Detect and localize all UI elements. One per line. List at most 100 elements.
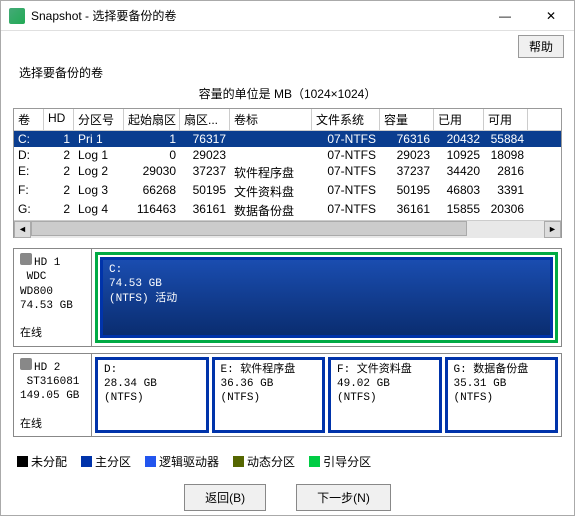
titlebar: Snapshot - 选择要备份的卷 — ✕ xyxy=(1,1,574,31)
scroll-track[interactable] xyxy=(31,221,544,238)
table-cell: D: xyxy=(14,147,44,163)
legend-swatch xyxy=(81,456,92,467)
scroll-thumb[interactable] xyxy=(31,221,467,236)
disk-partitions: C:74.53 GB(NTFS) 活动 xyxy=(92,249,561,346)
table-cell: 07-NTFS xyxy=(312,163,380,182)
table-cell: 软件程序盘 xyxy=(230,163,312,182)
legend-item: 引导分区 xyxy=(309,453,371,470)
table-cell: Log 2 xyxy=(74,163,124,182)
table-cell: Log 3 xyxy=(74,182,124,201)
table-cell: Pri 1 xyxy=(74,131,124,147)
table-cell: 2 xyxy=(44,182,74,201)
legend-item: 主分区 xyxy=(81,453,131,470)
table-row[interactable]: G:2Log 411646336161数据备份盘07-NTFS361611585… xyxy=(14,201,561,220)
partition[interactable]: G: 数据备份盘35.31 GB(NTFS) xyxy=(445,357,559,433)
partition[interactable]: C:74.53 GB(NTFS) 活动 xyxy=(95,252,558,343)
table-cell: 29023 xyxy=(180,147,230,163)
legend-label: 未分配 xyxy=(31,453,67,470)
legend-swatch xyxy=(309,456,320,467)
legend-item: 逻辑驱动器 xyxy=(145,453,219,470)
table-cell: 2 xyxy=(44,163,74,182)
table-cell: 07-NTFS xyxy=(312,147,380,163)
table-row[interactable]: D:2Log 102902307-NTFS290231092518098 xyxy=(14,147,561,163)
column-header[interactable]: 文件系统 xyxy=(312,109,380,130)
table-cell: 55884 xyxy=(484,131,528,147)
table-cell: 07-NTFS xyxy=(312,182,380,201)
partition[interactable]: E: 软件程序盘36.36 GB(NTFS) xyxy=(212,357,326,433)
disk-icon xyxy=(20,253,32,265)
table-cell: Log 1 xyxy=(74,147,124,163)
table-cell: 1 xyxy=(124,131,180,147)
legend-swatch xyxy=(233,456,244,467)
table-cell: 29030 xyxy=(124,163,180,182)
table-cell: 07-NTFS xyxy=(312,131,380,147)
horizontal-scrollbar[interactable]: ◄ ► xyxy=(14,220,561,237)
legend-label: 引导分区 xyxy=(323,453,371,470)
column-header[interactable]: 扇区... xyxy=(180,109,230,130)
table-cell: 36161 xyxy=(380,201,434,220)
table-header: 卷HD分区号起始扇区扇区...卷标文件系统容量已用可用 xyxy=(14,109,561,131)
partition[interactable]: D:28.34 GB(NTFS) xyxy=(95,357,209,433)
help-button[interactable]: 帮助 xyxy=(518,35,564,58)
partition[interactable]: F: 文件资料盘49.02 GB(NTFS) xyxy=(328,357,442,433)
table-cell: 2 xyxy=(44,201,74,220)
close-button[interactable]: ✕ xyxy=(528,1,574,31)
table-cell: 116463 xyxy=(124,201,180,220)
volume-table: 卷HD分区号起始扇区扇区...卷标文件系统容量已用可用 C:1Pri 11763… xyxy=(13,108,562,238)
table-cell: 20306 xyxy=(484,201,528,220)
back-button[interactable]: 返回(B) xyxy=(184,484,266,511)
table-cell: 50195 xyxy=(380,182,434,201)
next-button[interactable]: 下一步(N) xyxy=(296,484,391,511)
scroll-left-button[interactable]: ◄ xyxy=(14,221,31,238)
disk-info: HD 1 WDC WD80074.53 GB在线 xyxy=(14,249,92,346)
table-cell: 文件资料盘 xyxy=(230,182,312,201)
table-cell: 1 xyxy=(44,131,74,147)
disk-info: HD 2 ST316081149.05 GB在线 xyxy=(14,354,92,436)
table-row[interactable]: E:2Log 22903037237软件程序盘07-NTFS3723734420… xyxy=(14,163,561,182)
disk-row: HD 1 WDC WD80074.53 GB在线C:74.53 GB(NTFS)… xyxy=(13,248,562,347)
table-cell: 20432 xyxy=(434,131,484,147)
table-row[interactable]: F:2Log 36626850195文件资料盘07-NTFS5019546803… xyxy=(14,182,561,201)
scroll-right-button[interactable]: ► xyxy=(544,221,561,238)
table-cell: 数据备份盘 xyxy=(230,201,312,220)
legend-item: 动态分区 xyxy=(233,453,295,470)
table-cell: 18098 xyxy=(484,147,528,163)
table-row[interactable]: C:1Pri 117631707-NTFS763162043255884 xyxy=(14,131,561,147)
column-header[interactable]: 容量 xyxy=(380,109,434,130)
disk-map: HD 1 WDC WD80074.53 GB在线C:74.53 GB(NTFS)… xyxy=(13,248,562,443)
column-header[interactable]: HD xyxy=(44,109,74,130)
table-cell: 37237 xyxy=(380,163,434,182)
legend-label: 主分区 xyxy=(95,453,131,470)
column-header[interactable]: 分区号 xyxy=(74,109,124,130)
table-cell: 15855 xyxy=(434,201,484,220)
table-cell: 50195 xyxy=(180,182,230,201)
table-cell: Log 4 xyxy=(74,201,124,220)
column-header[interactable]: 已用 xyxy=(434,109,484,130)
table-cell: 76317 xyxy=(180,131,230,147)
legend-item: 未分配 xyxy=(17,453,67,470)
table-cell: G: xyxy=(14,201,44,220)
table-cell xyxy=(230,131,312,147)
table-cell: C: xyxy=(14,131,44,147)
window-title: Snapshot - 选择要备份的卷 xyxy=(31,7,482,24)
column-header[interactable]: 可用 xyxy=(484,109,528,130)
table-cell: 36161 xyxy=(180,201,230,220)
disk-partitions: D:28.34 GB(NTFS)E: 软件程序盘36.36 GB(NTFS)F:… xyxy=(92,354,561,436)
table-cell: 76316 xyxy=(380,131,434,147)
disk-row: HD 2 ST316081149.05 GB在线D:28.34 GB(NTFS)… xyxy=(13,353,562,437)
window: Snapshot - 选择要备份的卷 — ✕ 帮助 选择要备份的卷 容量的单位是… xyxy=(0,0,575,516)
disk-icon xyxy=(20,358,32,370)
legend-label: 逻辑驱动器 xyxy=(159,453,219,470)
table-cell: 10925 xyxy=(434,147,484,163)
column-header[interactable]: 卷 xyxy=(14,109,44,130)
table-cell: F: xyxy=(14,182,44,201)
legend-swatch xyxy=(17,456,28,467)
column-header[interactable]: 卷标 xyxy=(230,109,312,130)
column-header[interactable]: 起始扇区 xyxy=(124,109,180,130)
table-cell: 37237 xyxy=(180,163,230,182)
table-cell: 66268 xyxy=(124,182,180,201)
app-icon xyxy=(9,8,25,24)
minimize-button[interactable]: — xyxy=(482,1,528,31)
button-row: 返回(B) 下一步(N) xyxy=(1,474,574,521)
table-cell: 3391 xyxy=(484,182,528,201)
